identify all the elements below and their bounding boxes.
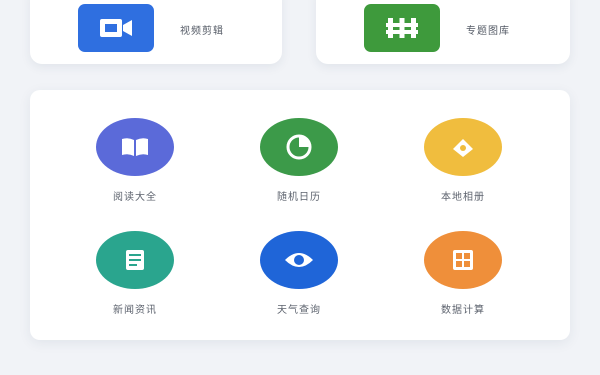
tile-weather[interactable]: 天气查询 (239, 231, 359, 316)
weather-circle (260, 231, 338, 289)
topic-gallery-card[interactable]: 专题图库 (316, 0, 570, 64)
reading-label: 阅读大全 (113, 192, 157, 203)
topic-icon-tile (364, 4, 440, 52)
tile-news[interactable]: 新闻资讯 (75, 231, 195, 316)
photo-album-icon (453, 139, 473, 157)
eye-icon (285, 253, 313, 267)
video-camera-icon (100, 19, 132, 37)
open-book-icon (122, 138, 148, 156)
pie-chart-icon (286, 134, 312, 160)
news-label: 新闻资讯 (113, 305, 157, 316)
feature-grid-card: 阅读大全 随机日历 本地相册 新闻资讯 天气查询 数据计算 (30, 90, 570, 340)
tile-calendar[interactable]: 随机日历 (239, 118, 359, 203)
calendar-label: 随机日历 (277, 192, 321, 203)
calculate-circle (424, 231, 502, 289)
video-edit-card[interactable]: 视频剪辑 (30, 0, 282, 64)
fence-icon (386, 18, 418, 38)
weather-label: 天气查询 (277, 305, 321, 316)
album-circle (424, 118, 502, 176)
reading-circle (96, 118, 174, 176)
calendar-circle (260, 118, 338, 176)
tile-reading[interactable]: 阅读大全 (75, 118, 195, 203)
video-edit-label: 视频剪辑 (180, 25, 224, 37)
tile-album[interactable]: 本地相册 (403, 118, 523, 203)
calculate-label: 数据计算 (441, 305, 485, 316)
album-label: 本地相册 (441, 192, 485, 203)
video-icon-tile (78, 4, 154, 52)
news-circle (96, 231, 174, 289)
app-screen: 视频剪辑 专题图库 阅读大全 随机日历 本地相册 新闻资讯 天气查询 数据计算 (0, 0, 600, 375)
tile-calculate[interactable]: 数据计算 (403, 231, 523, 316)
topic-gallery-label: 专题图库 (466, 25, 510, 37)
calculator-icon (453, 250, 473, 270)
news-list-icon (126, 250, 144, 270)
